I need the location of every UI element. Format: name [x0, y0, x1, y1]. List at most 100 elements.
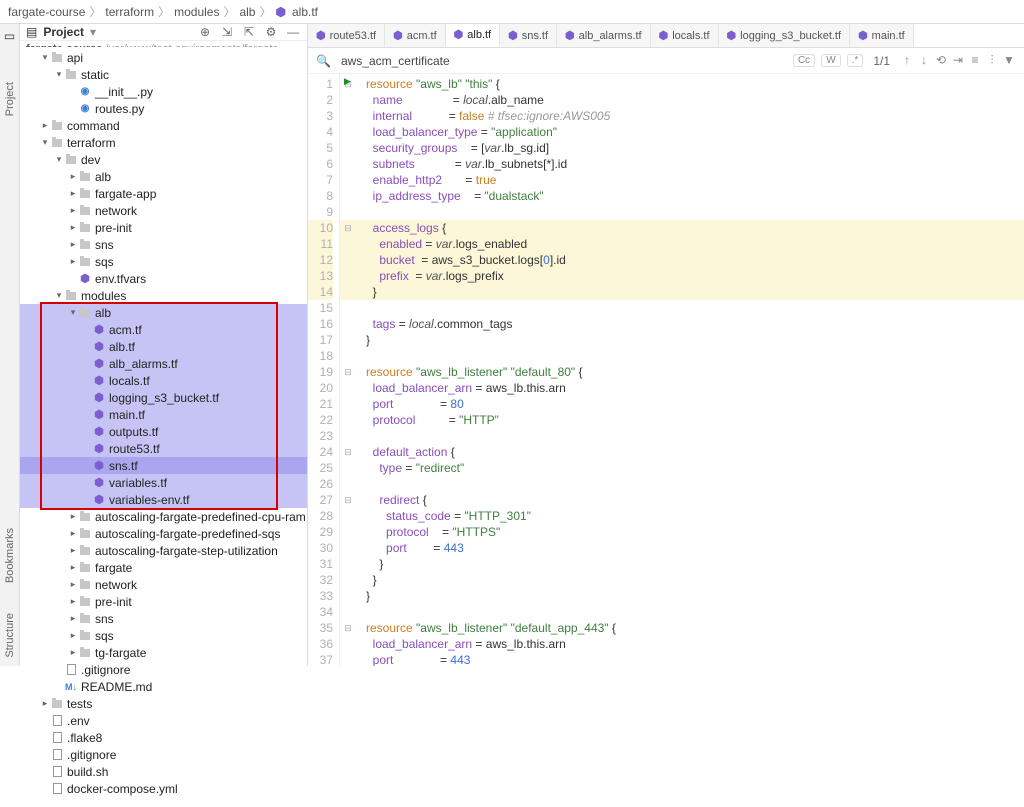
- line-number[interactable]: 36: [308, 636, 333, 652]
- code-line[interactable]: type = "redirect": [366, 460, 1024, 476]
- tree-folder[interactable]: ▾modules: [20, 287, 307, 304]
- search-nav-btn-2[interactable]: ⟲: [934, 53, 948, 68]
- line-number[interactable]: 2: [308, 92, 333, 108]
- line-number[interactable]: 10: [308, 220, 333, 236]
- tree-file[interactable]: ◉__init__.py: [20, 83, 307, 100]
- code-line[interactable]: enable_http2 = true: [366, 172, 1024, 188]
- tree-twisty[interactable]: ▾: [40, 52, 50, 63]
- code-body[interactable]: resource "aws_lb" "this" { name = local.…: [356, 74, 1024, 666]
- tree-twisty[interactable]: ▾: [54, 290, 64, 301]
- code-line[interactable]: }: [366, 572, 1024, 588]
- line-number[interactable]: 37: [308, 652, 333, 666]
- tree-folder[interactable]: ▸pre-init: [20, 593, 307, 610]
- tree-twisty[interactable]: ▸: [40, 120, 50, 131]
- tree-file[interactable]: .env: [20, 712, 307, 729]
- line-number[interactable]: 1: [308, 76, 333, 92]
- collapse-icon[interactable]: ⇱: [241, 24, 257, 40]
- tree-folder[interactable]: ▸pre-init: [20, 219, 307, 236]
- crumb-1[interactable]: terraform: [105, 5, 154, 19]
- code-line[interactable]: name = local.alb_name: [366, 92, 1024, 108]
- search-nav-btn-0[interactable]: ↑: [900, 53, 914, 68]
- line-number[interactable]: 26: [308, 476, 333, 492]
- search-nav-btn-1[interactable]: ↓: [917, 53, 931, 68]
- gear-icon[interactable]: ⚙: [263, 24, 279, 40]
- crumb-3[interactable]: alb: [239, 5, 255, 19]
- code-line[interactable]: enabled = var.logs_enabled: [356, 236, 1024, 252]
- tree-folder[interactable]: ▾alb: [20, 304, 307, 321]
- code-line[interactable]: load_balancer_arn = aws_lb.this.arn: [366, 380, 1024, 396]
- code-line[interactable]: resource "aws_lb" "this" {: [366, 76, 1024, 92]
- line-number[interactable]: 12: [308, 252, 333, 268]
- tree-twisty[interactable]: ▸: [68, 205, 78, 216]
- code-line[interactable]: protocol = "HTTPS": [366, 524, 1024, 540]
- line-gutter[interactable]: 1234567891011121314151617181920212223242…: [308, 74, 340, 666]
- structure-tool-label[interactable]: Structure: [4, 613, 16, 658]
- code-line[interactable]: resource "aws_lb_listener" "default_80" …: [366, 364, 1024, 380]
- tree-twisty[interactable]: ▸: [68, 511, 78, 522]
- line-number[interactable]: 21: [308, 396, 333, 412]
- crumb-0[interactable]: fargate-course: [8, 5, 85, 19]
- code-line[interactable]: subnets = var.lb_subnets[*].id: [366, 156, 1024, 172]
- code-line[interactable]: redirect {: [366, 492, 1024, 508]
- tree-folder[interactable]: ▸alb: [20, 168, 307, 185]
- tree-folder[interactable]: ▾static: [20, 66, 307, 83]
- tree-folder[interactable]: ▸fargate-app: [20, 185, 307, 202]
- tree-twisty[interactable]: ▸: [68, 188, 78, 199]
- search-query[interactable]: aws_acm_certificate: [341, 54, 450, 68]
- tree-folder[interactable]: ▸autoscaling-fargate-predefined-sqs: [20, 525, 307, 542]
- crumb-4[interactable]: alb.tf: [292, 5, 318, 19]
- line-number[interactable]: 11: [308, 236, 333, 252]
- tree-twisty[interactable]: ▸: [68, 630, 78, 641]
- tree-file[interactable]: .gitignore: [20, 661, 307, 678]
- hide-icon[interactable]: —: [285, 24, 301, 40]
- tree-twisty[interactable]: ▸: [68, 647, 78, 658]
- tree-twisty[interactable]: ▸: [68, 528, 78, 539]
- tree-file[interactable]: docker-compose.yml: [20, 780, 307, 797]
- search-nav-btn-4[interactable]: ≡: [968, 53, 982, 68]
- tree-folder[interactable]: ▾api: [20, 49, 307, 66]
- line-number[interactable]: 33: [308, 588, 333, 604]
- tree-folder[interactable]: ▾dev: [20, 151, 307, 168]
- tree-folder[interactable]: ▸sqs: [20, 627, 307, 644]
- code-line[interactable]: bucket = aws_s3_bucket.logs[0].id: [356, 252, 1024, 268]
- tree-folder[interactable]: ▸sqs: [20, 253, 307, 270]
- tree-file[interactable]: ⬢logging_s3_bucket.tf: [20, 389, 307, 406]
- tree-file[interactable]: ⬢env.tfvars: [20, 270, 307, 287]
- editor-tab[interactable]: ⬢alb_alarms.tf: [557, 24, 651, 47]
- code-line[interactable]: status_code = "HTTP_301": [366, 508, 1024, 524]
- tree-twisty[interactable]: ▸: [68, 596, 78, 607]
- tree-twisty[interactable]: ▸: [68, 239, 78, 250]
- tree-file[interactable]: ⬢variables-env.tf: [20, 491, 307, 508]
- run-gutter-icon[interactable]: ▶: [344, 76, 351, 87]
- project-tool-icon[interactable]: ▭: [4, 30, 16, 42]
- dropdown-icon[interactable]: ▾: [90, 25, 96, 39]
- line-number[interactable]: 13: [308, 268, 333, 284]
- expand-icon[interactable]: ⇲: [219, 24, 235, 40]
- code-line[interactable]: protocol = "HTTP": [366, 412, 1024, 428]
- code-line[interactable]: [366, 476, 1024, 492]
- line-number[interactable]: 32: [308, 572, 333, 588]
- editor-tabs[interactable]: ⬢route53.tf⬢acm.tf⬢alb.tf⬢sns.tf⬢alb_ala…: [308, 24, 1024, 48]
- line-number[interactable]: 16: [308, 316, 333, 332]
- tree-folder[interactable]: ▾terraform: [20, 134, 307, 151]
- line-number[interactable]: 3: [308, 108, 333, 124]
- tree-twisty[interactable]: ▸: [68, 256, 78, 267]
- match-case[interactable]: Cc: [793, 54, 815, 67]
- editor-tab[interactable]: ⬢acm.tf: [385, 24, 446, 47]
- line-number[interactable]: 5: [308, 140, 333, 156]
- tree-file[interactable]: .gitignore: [20, 746, 307, 763]
- line-number[interactable]: 35: [308, 620, 333, 636]
- tree-folder[interactable]: ▸autoscaling-fargate-predefined-cpu-ram: [20, 508, 307, 525]
- tree-file[interactable]: ⬢outputs.tf: [20, 423, 307, 440]
- search-nav-btn-5[interactable]: ⫶: [985, 53, 999, 68]
- code-line[interactable]: default_action {: [366, 444, 1024, 460]
- tree-file[interactable]: ⬢route53.tf: [20, 440, 307, 457]
- line-number[interactable]: 20: [308, 380, 333, 396]
- editor-tab[interactable]: ⬢logging_s3_bucket.tf: [719, 24, 851, 47]
- bookmarks-tool-label[interactable]: Bookmarks: [4, 528, 16, 583]
- line-number[interactable]: 15: [308, 300, 333, 316]
- tree-folder[interactable]: ▸network: [20, 202, 307, 219]
- line-number[interactable]: 17: [308, 332, 333, 348]
- code-line[interactable]: }: [366, 332, 1024, 348]
- code-line[interactable]: load_balancer_type = "application": [366, 124, 1024, 140]
